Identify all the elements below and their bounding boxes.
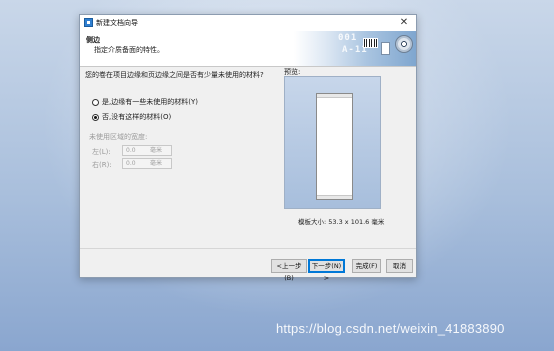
left-width-input[interactable]: 0.0 毫米 <box>122 145 172 156</box>
radio-option-yes[interactable]: 是,边缘有一些未使用的材料(Y) <box>92 97 198 107</box>
radio-label-yes: 是,边缘有一些未使用的材料(Y) <box>102 98 198 106</box>
finish-button[interactable]: 完成(F) <box>352 259 381 273</box>
left-width-label: 左(L): <box>92 148 111 156</box>
new-document-wizard-dialog: 新建文档向导 ✕ 001 A-11 侧边 指定介质备面的特性。 您的卷在项目边缘… <box>79 14 417 282</box>
barcode-icon <box>363 38 378 48</box>
right-width-value: 0.0 <box>126 160 136 167</box>
app-icon <box>84 18 93 27</box>
cd-icon <box>395 35 413 53</box>
back-button[interactable]: <上一步(B) <box>271 259 307 282</box>
footer-divider <box>80 248 416 249</box>
unused-material-question: 您的卷在项目边缘和页边缘之间是否有少量未使用的材料? <box>85 71 264 79</box>
page-title: 侧边 <box>86 36 100 44</box>
banner-text: 001 <box>338 33 358 43</box>
label-preview-page <box>316 93 353 200</box>
left-width-unit: 毫米 <box>150 147 163 154</box>
next-button[interactable]: 下一步(N) > <box>308 259 345 282</box>
radio-option-no[interactable]: 否,没有这样的材料(O) <box>92 112 171 122</box>
preview-panel <box>284 76 381 209</box>
wizard-header: 001 A-11 侧边 指定介质备面的特性。 <box>80 31 416 67</box>
unused-width-label: 未使用区域的宽度: <box>89 133 148 141</box>
radio-label-no: 否,没有这样的材料(O) <box>102 113 172 121</box>
title-bar: 新建文档向导 ✕ <box>80 15 416 31</box>
cancel-button[interactable]: 取消 <box>386 259 413 273</box>
right-width-label: 右(R): <box>92 161 112 169</box>
radio-button-yes[interactable] <box>92 98 99 106</box>
radio-button-no[interactable] <box>92 113 99 121</box>
window-title: 新建文档向导 <box>96 19 138 27</box>
right-width-unit: 毫米 <box>150 160 163 167</box>
document-icon <box>381 42 390 55</box>
right-width-input[interactable]: 0.0 毫米 <box>122 158 172 169</box>
left-width-value: 0.0 <box>126 147 136 154</box>
page-subtitle: 指定介质备面的特性。 <box>94 46 164 54</box>
close-icon[interactable]: ✕ <box>398 16 410 29</box>
watermark-text: https://blog.csdn.net/weixin_41883890 <box>276 321 505 336</box>
template-size-text: 模板大小: 53.3 x 101.6 毫米 <box>298 218 385 226</box>
